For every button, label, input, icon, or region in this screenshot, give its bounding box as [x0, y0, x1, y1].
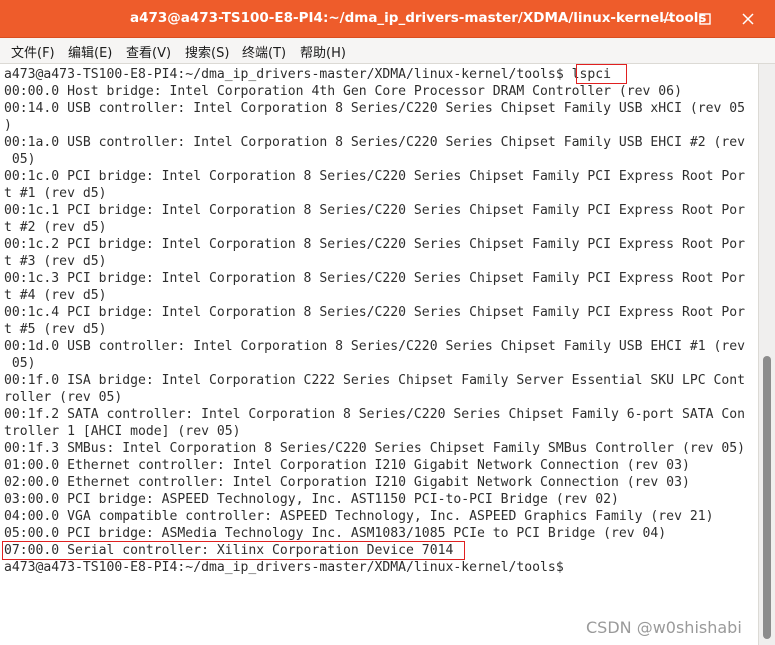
window-title: a473@a473-TS100-E8-PI4:~/dma_ip_drivers-…: [130, 10, 707, 26]
menu-bar: 文件(F) 编辑(E) 查看(V) 搜索(S) 终端(T) 帮助(H): [0, 38, 775, 64]
output-line: 05): [4, 152, 36, 167]
minimize-button[interactable]: [650, 0, 686, 37]
output-line: 01:00.0 Ethernet controller: Intel Corpo…: [4, 458, 690, 473]
output-line: 05): [4, 356, 36, 371]
output-line: roller (rev 05): [4, 390, 123, 405]
output-line: ): [4, 118, 12, 133]
output-line: 00:1f.2 SATA controller: Intel Corporati…: [4, 407, 746, 422]
output-line: t #3 (rev d5): [4, 254, 107, 269]
output-line: 02:00.0 Ethernet controller: Intel Corpo…: [4, 475, 690, 490]
output-line: 00:1f.0 ISA bridge: Intel Corporation C2…: [4, 373, 746, 388]
maximize-button[interactable]: [687, 0, 723, 37]
watermark-text: CSDN @w0shishabi: [586, 618, 742, 637]
close-button[interactable]: [730, 0, 766, 37]
command-line: a473@a473-TS100-E8-PI4:~/dma_ip_drivers-…: [4, 66, 611, 83]
terminal-output[interactable]: a473@a473-TS100-E8-PI4:~/dma_ip_drivers-…: [0, 64, 758, 645]
command-highlight-box: [576, 64, 627, 84]
menu-terminal[interactable]: 终端(T): [242, 42, 286, 61]
device-highlight-box: [2, 541, 465, 560]
scrollbar-thumb[interactable]: [763, 356, 771, 639]
minimize-icon: [663, 18, 673, 21]
output-line: 00:1a.0 USB controller: Intel Corporatio…: [4, 135, 746, 150]
output-line: 00:1d.0 USB controller: Intel Corporatio…: [4, 339, 746, 354]
close-icon: [742, 12, 754, 25]
terminal-scrollbar[interactable]: [758, 64, 775, 645]
output-line: t #5 (rev d5): [4, 322, 107, 337]
window-title-bar[interactable]: a473@a473-TS100-E8-PI4:~/dma_ip_drivers-…: [0, 0, 775, 38]
output-line: 03:00.0 PCI bridge: ASPEED Technology, I…: [4, 492, 619, 507]
menu-help[interactable]: 帮助(H): [300, 42, 346, 61]
maximize-icon: [699, 12, 711, 25]
menu-edit[interactable]: 编辑(E): [68, 42, 112, 61]
output-line: t #4 (rev d5): [4, 288, 107, 303]
shell-prompt: a473@a473-TS100-E8-PI4:~/dma_ip_drivers-…: [4, 67, 564, 82]
output-line: 00:14.0 USB controller: Intel Corporatio…: [4, 101, 746, 116]
output-line: 00:1f.3 SMBus: Intel Corporation 8 Serie…: [4, 441, 746, 456]
output-line: 04:00.0 VGA compatible controller: ASPEE…: [4, 509, 714, 524]
output-line: 00:1c.4 PCI bridge: Intel Corporation 8 …: [4, 305, 746, 320]
output-line: 00:1c.0 PCI bridge: Intel Corporation 8 …: [4, 169, 746, 184]
output-line: 00:1c.3 PCI bridge: Intel Corporation 8 …: [4, 271, 746, 286]
output-line: troller 1 [AHCI mode] (rev 05): [4, 424, 241, 439]
output-line: t #1 (rev d5): [4, 186, 107, 201]
menu-file[interactable]: 文件(F): [11, 42, 55, 61]
menu-search[interactable]: 搜索(S): [185, 42, 229, 61]
output-line: t #2 (rev d5): [4, 220, 107, 235]
output-line: 05:00.0 PCI bridge: ASMedia Technology I…: [4, 526, 667, 541]
output-line: 00:1c.1 PCI bridge: Intel Corporation 8 …: [4, 203, 746, 218]
output-line: 00:1c.2 PCI bridge: Intel Corporation 8 …: [4, 237, 746, 252]
final-prompt: a473@a473-TS100-E8-PI4:~/dma_ip_drivers-…: [4, 560, 564, 575]
menu-view[interactable]: 查看(V): [126, 42, 171, 61]
output-line: 00:00.0 Host bridge: Intel Corporation 4…: [4, 84, 682, 99]
